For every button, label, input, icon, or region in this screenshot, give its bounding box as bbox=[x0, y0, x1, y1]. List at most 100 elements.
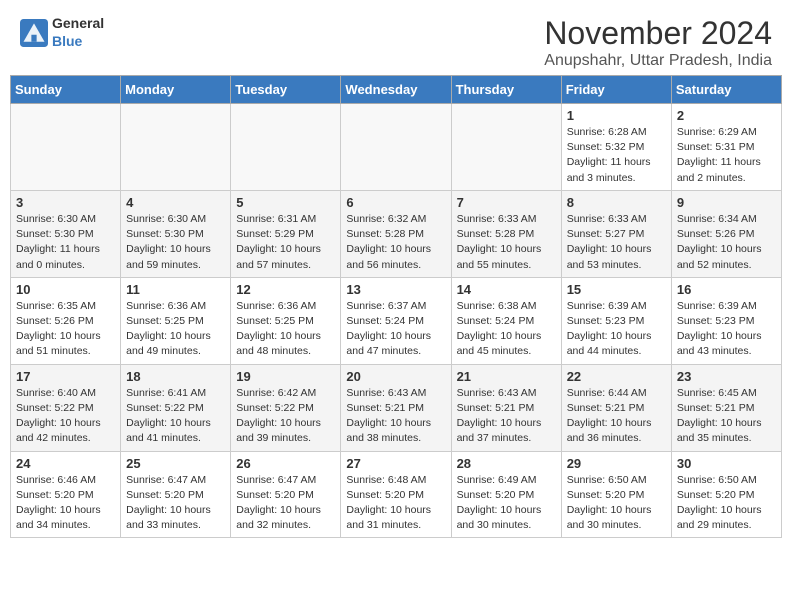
day-number: 23 bbox=[677, 369, 776, 384]
day-info: Sunrise: 6:36 AM Sunset: 5:25 PM Dayligh… bbox=[126, 299, 225, 360]
calendar-cell: 25Sunrise: 6:47 AM Sunset: 5:20 PM Dayli… bbox=[121, 451, 231, 538]
day-info: Sunrise: 6:39 AM Sunset: 5:23 PM Dayligh… bbox=[677, 299, 776, 360]
day-info: Sunrise: 6:33 AM Sunset: 5:27 PM Dayligh… bbox=[567, 212, 666, 273]
calendar-cell: 4Sunrise: 6:30 AM Sunset: 5:30 PM Daylig… bbox=[121, 190, 231, 277]
calendar-cell: 28Sunrise: 6:49 AM Sunset: 5:20 PM Dayli… bbox=[451, 451, 561, 538]
calendar-header-saturday: Saturday bbox=[671, 76, 781, 104]
day-info: Sunrise: 6:44 AM Sunset: 5:21 PM Dayligh… bbox=[567, 386, 666, 447]
calendar-cell: 3 Sunrise: 6:30 AM Sunset: 5:30 PM Daylig… bbox=[11, 190, 121, 277]
day-number: 21 bbox=[457, 369, 556, 384]
day-number: 1 bbox=[567, 108, 666, 123]
calendar-cell: 1 Sunrise: 6:28 AM Sunset: 5:32 PM Daylig… bbox=[561, 104, 671, 191]
day-info: Sunrise: 6:48 AM Sunset: 5:20 PM Dayligh… bbox=[346, 473, 445, 534]
day-number: 13 bbox=[346, 282, 445, 297]
day-info: Sunrise: 6:42 AM Sunset: 5:22 PM Dayligh… bbox=[236, 386, 335, 447]
day-info: Sunrise: 6:43 AM Sunset: 5:21 PM Dayligh… bbox=[457, 386, 556, 447]
day-number: 30 bbox=[677, 456, 776, 471]
day-number: 27 bbox=[346, 456, 445, 471]
calendar-cell bbox=[231, 104, 341, 191]
logo: General Blue bbox=[20, 15, 104, 51]
day-number: 3 bbox=[16, 195, 115, 210]
logo-blue: Blue bbox=[52, 33, 82, 49]
calendar-cell: 12 Sunrise: 6:36 AM Sunset: 5:25 PM Dayli… bbox=[231, 277, 341, 364]
calendar-row-0: 1 Sunrise: 6:28 AM Sunset: 5:32 PM Daylig… bbox=[11, 104, 782, 191]
calendar-cell bbox=[451, 104, 561, 191]
day-number: 17 bbox=[16, 369, 115, 384]
calendar-cell bbox=[341, 104, 451, 191]
calendar-cell: 19Sunrise: 6:42 AM Sunset: 5:22 PM Dayli… bbox=[231, 364, 341, 451]
calendar-header-row: SundayMondayTuesdayWednesdayThursdayFrid… bbox=[11, 76, 782, 104]
calendar-header-wednesday: Wednesday bbox=[341, 76, 451, 104]
day-number: 10 bbox=[16, 282, 115, 297]
day-number: 9 bbox=[677, 195, 776, 210]
calendar-header-friday: Friday bbox=[561, 76, 671, 104]
day-info: Sunrise: 6:43 AM Sunset: 5:21 PM Dayligh… bbox=[346, 386, 445, 447]
calendar-cell: 5 Sunrise: 6:31 AM Sunset: 5:29 PM Daylig… bbox=[231, 190, 341, 277]
calendar-header-sunday: Sunday bbox=[11, 76, 121, 104]
day-number: 16 bbox=[677, 282, 776, 297]
calendar-row-3: 17 Sunrise: 6:40 AM Sunset: 5:22 PM Dayli… bbox=[11, 364, 782, 451]
day-info: Sunrise: 6:40 AM Sunset: 5:22 PM Dayligh… bbox=[16, 386, 115, 447]
calendar-cell: 14Sunrise: 6:38 AM Sunset: 5:24 PM Dayli… bbox=[451, 277, 561, 364]
day-number: 8 bbox=[567, 195, 666, 210]
month-year: November 2024 bbox=[544, 15, 772, 52]
day-number: 11 bbox=[126, 282, 225, 297]
day-number: 25 bbox=[126, 456, 225, 471]
day-info: Sunrise: 6:50 AM Sunset: 5:20 PM Dayligh… bbox=[567, 473, 666, 534]
calendar-cell: 30 Sunrise: 6:50 AM Sunset: 5:20 PM Dayli… bbox=[671, 451, 781, 538]
calendar-cell: 15Sunrise: 6:39 AM Sunset: 5:23 PM Dayli… bbox=[561, 277, 671, 364]
day-info: Sunrise: 6:35 AM Sunset: 5:26 PM Dayligh… bbox=[16, 299, 115, 360]
day-number: 29 bbox=[567, 456, 666, 471]
day-info: Sunrise: 6:49 AM Sunset: 5:20 PM Dayligh… bbox=[457, 473, 556, 534]
day-number: 24 bbox=[16, 456, 115, 471]
calendar-cell: 23 Sunrise: 6:45 AM Sunset: 5:21 PM Dayli… bbox=[671, 364, 781, 451]
calendar-cell: 10 Sunrise: 6:35 AM Sunset: 5:26 PM Dayli… bbox=[11, 277, 121, 364]
day-info: Sunrise: 6:45 AM Sunset: 5:21 PM Dayligh… bbox=[677, 386, 776, 447]
day-info: Sunrise: 6:36 AM Sunset: 5:25 PM Dayligh… bbox=[236, 299, 335, 360]
location: Anupshahr, Uttar Pradesh, India bbox=[544, 52, 772, 70]
day-info: Sunrise: 6:28 AM Sunset: 5:32 PM Dayligh… bbox=[567, 125, 666, 186]
calendar-cell: 21 Sunrise: 6:43 AM Sunset: 5:21 PM Dayli… bbox=[451, 364, 561, 451]
day-number: 4 bbox=[126, 195, 225, 210]
calendar-table: SundayMondayTuesdayWednesdayThursdayFrid… bbox=[10, 75, 782, 538]
calendar-cell: 2 Sunrise: 6:29 AM Sunset: 5:31 PM Daylig… bbox=[671, 104, 781, 191]
day-info: Sunrise: 6:29 AM Sunset: 5:31 PM Dayligh… bbox=[677, 125, 776, 186]
calendar-header-thursday: Thursday bbox=[451, 76, 561, 104]
calendar-row-1: 3 Sunrise: 6:30 AM Sunset: 5:30 PM Daylig… bbox=[11, 190, 782, 277]
calendar-header-tuesday: Tuesday bbox=[231, 76, 341, 104]
calendar-row-4: 24 Sunrise: 6:46 AM Sunset: 5:20 PM Dayli… bbox=[11, 451, 782, 538]
calendar-cell: 13 Sunrise: 6:37 AM Sunset: 5:24 PM Dayli… bbox=[341, 277, 451, 364]
day-info: Sunrise: 6:37 AM Sunset: 5:24 PM Dayligh… bbox=[346, 299, 445, 360]
day-number: 26 bbox=[236, 456, 335, 471]
calendar-cell: 24 Sunrise: 6:46 AM Sunset: 5:20 PM Dayli… bbox=[11, 451, 121, 538]
logo-general: General bbox=[52, 15, 104, 31]
calendar-cell: 27 Sunrise: 6:48 AM Sunset: 5:20 PM Dayli… bbox=[341, 451, 451, 538]
day-number: 12 bbox=[236, 282, 335, 297]
day-info: Sunrise: 6:41 AM Sunset: 5:22 PM Dayligh… bbox=[126, 386, 225, 447]
day-info: Sunrise: 6:34 AM Sunset: 5:26 PM Dayligh… bbox=[677, 212, 776, 273]
day-number: 15 bbox=[567, 282, 666, 297]
calendar-cell: 7Sunrise: 6:33 AM Sunset: 5:28 PM Daylig… bbox=[451, 190, 561, 277]
day-info: Sunrise: 6:30 AM Sunset: 5:30 PM Dayligh… bbox=[16, 212, 115, 273]
day-info: Sunrise: 6:47 AM Sunset: 5:20 PM Dayligh… bbox=[236, 473, 335, 534]
day-info: Sunrise: 6:46 AM Sunset: 5:20 PM Dayligh… bbox=[16, 473, 115, 534]
title-area: November 2024 Anupshahr, Uttar Pradesh, … bbox=[544, 15, 772, 70]
day-number: 20 bbox=[346, 369, 445, 384]
day-number: 22 bbox=[567, 369, 666, 384]
calendar-cell: 6Sunrise: 6:32 AM Sunset: 5:28 PM Daylig… bbox=[341, 190, 451, 277]
day-info: Sunrise: 6:38 AM Sunset: 5:24 PM Dayligh… bbox=[457, 299, 556, 360]
header: General Blue November 2024 Anupshahr, Ut… bbox=[0, 0, 792, 75]
calendar-cell: 20 Sunrise: 6:43 AM Sunset: 5:21 PM Dayli… bbox=[341, 364, 451, 451]
day-number: 2 bbox=[677, 108, 776, 123]
day-info: Sunrise: 6:33 AM Sunset: 5:28 PM Dayligh… bbox=[457, 212, 556, 273]
logo-icon bbox=[20, 19, 48, 47]
day-info: Sunrise: 6:50 AM Sunset: 5:20 PM Dayligh… bbox=[677, 473, 776, 534]
calendar-cell: 22 Sunrise: 6:44 AM Sunset: 5:21 PM Dayli… bbox=[561, 364, 671, 451]
day-number: 18 bbox=[126, 369, 225, 384]
calendar-cell: 17 Sunrise: 6:40 AM Sunset: 5:22 PM Dayli… bbox=[11, 364, 121, 451]
calendar-cell bbox=[11, 104, 121, 191]
day-number: 5 bbox=[236, 195, 335, 210]
day-info: Sunrise: 6:31 AM Sunset: 5:29 PM Dayligh… bbox=[236, 212, 335, 273]
day-info: Sunrise: 6:32 AM Sunset: 5:28 PM Dayligh… bbox=[346, 212, 445, 273]
calendar-cell: 26 Sunrise: 6:47 AM Sunset: 5:20 PM Dayli… bbox=[231, 451, 341, 538]
